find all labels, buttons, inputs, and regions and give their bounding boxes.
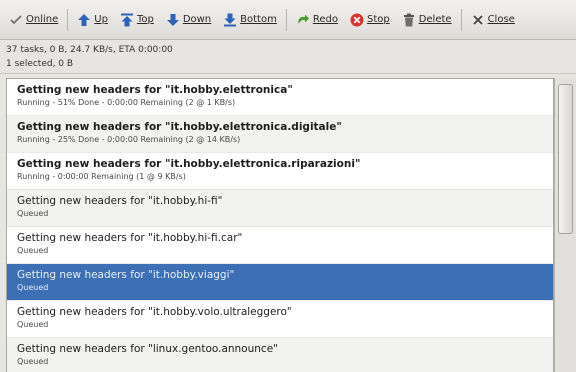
task-row[interactable]: Getting new headers for "linux.gentoo.an… [7, 338, 553, 372]
delete-button[interactable]: Delete [397, 7, 457, 33]
stop-label: Stop [366, 14, 390, 25]
online-toggle[interactable]: Online [4, 7, 63, 33]
queue-summary: 37 tasks, 0 B, 24.7 KB/s, ETA 0:00:00 [6, 45, 173, 55]
toolbar: Online Up Top Down Bottom Redo Stop Dele… [0, 0, 576, 40]
arrow-down-icon [166, 13, 179, 26]
task-title: Getting new headers for "it.hobby.viaggi… [17, 269, 235, 281]
arrow-up-icon [78, 13, 91, 26]
task-row[interactable]: Getting new headers for "it.hobby.volo.u… [7, 301, 553, 338]
task-status: Running - 25% Done - 0:00:00 Remaining (… [17, 135, 241, 144]
toolbar-separator [285, 8, 287, 31]
down-label: Down [182, 14, 212, 25]
task-title: Getting new headers for "it.hobby.elettr… [17, 84, 293, 96]
task-title: Getting new headers for "it.hobby.hi-fi.… [17, 232, 243, 244]
arrow-top-icon [120, 13, 133, 26]
online-label: Online [26, 14, 59, 25]
task-manager-window: Online Up Top Down Bottom Redo Stop Dele… [0, 0, 576, 372]
redo-label: Redo [312, 14, 338, 25]
bottom-button[interactable]: Bottom [218, 7, 282, 33]
redo-button[interactable]: Redo [291, 7, 343, 33]
task-title: Getting new headers for "linux.gentoo.an… [17, 343, 278, 355]
task-row[interactable]: Getting new headers for "it.hobby.elettr… [7, 153, 553, 190]
task-row[interactable]: Getting new headers for "it.hobby.hi-fi"… [7, 190, 553, 227]
task-row-selected[interactable]: Getting new headers for "it.hobby.viaggi… [7, 264, 553, 301]
task-status: Queued [17, 283, 49, 292]
task-status: Running - 0:00:00 Remaining (1 @ 9 KB/s) [17, 172, 186, 181]
stop-icon [350, 13, 364, 26]
task-title: Getting new headers for "it.hobby.elettr… [17, 121, 342, 133]
task-title: Getting new headers for "it.hobby.elettr… [17, 158, 361, 170]
task-status: Running - 51% Done - 0:00:00 Remaining (… [17, 98, 236, 107]
close-label: Close [487, 14, 515, 25]
task-row[interactable]: Getting new headers for "it.hobby.hi-fi.… [7, 227, 553, 264]
task-title: Getting new headers for "it.hobby.hi-fi" [17, 195, 223, 207]
arrow-bottom-icon [224, 13, 237, 26]
toolbar-separator [460, 8, 462, 31]
delete-label: Delete [418, 14, 452, 25]
task-status: Queued [17, 357, 49, 366]
close-button[interactable]: Close [466, 7, 520, 33]
status-area: 37 tasks, 0 B, 24.7 KB/s, ETA 0:00:00 1 … [0, 40, 576, 74]
task-row[interactable]: Getting new headers for "it.hobby.elettr… [7, 116, 553, 153]
online-checkbox-icon [10, 14, 22, 24]
task-title: Getting new headers for "it.hobby.volo.u… [17, 306, 292, 318]
up-button[interactable]: Up [72, 7, 113, 33]
top-label: Top [136, 14, 154, 25]
task-status: Queued [17, 209, 49, 218]
bottom-label: Bottom [240, 14, 277, 25]
close-icon [472, 14, 483, 25]
stop-button[interactable]: Stop [345, 7, 395, 33]
vertical-scrollbar[interactable] [554, 78, 576, 372]
selection-summary: 1 selected, 0 B [6, 59, 74, 69]
toolbar-separator [67, 8, 69, 31]
scrollbar-thumb[interactable] [558, 84, 573, 234]
task-list[interactable]: Getting new headers for "it.hobby.elettr… [6, 78, 554, 372]
top-button[interactable]: Top [115, 7, 159, 33]
task-row[interactable]: Getting new headers for "it.hobby.elettr… [7, 79, 553, 116]
down-button[interactable]: Down [161, 7, 216, 33]
up-label: Up [94, 14, 108, 25]
task-status: Queued [17, 246, 49, 255]
redo-icon [298, 14, 309, 24]
trash-icon [403, 13, 414, 26]
task-status: Queued [17, 320, 49, 329]
